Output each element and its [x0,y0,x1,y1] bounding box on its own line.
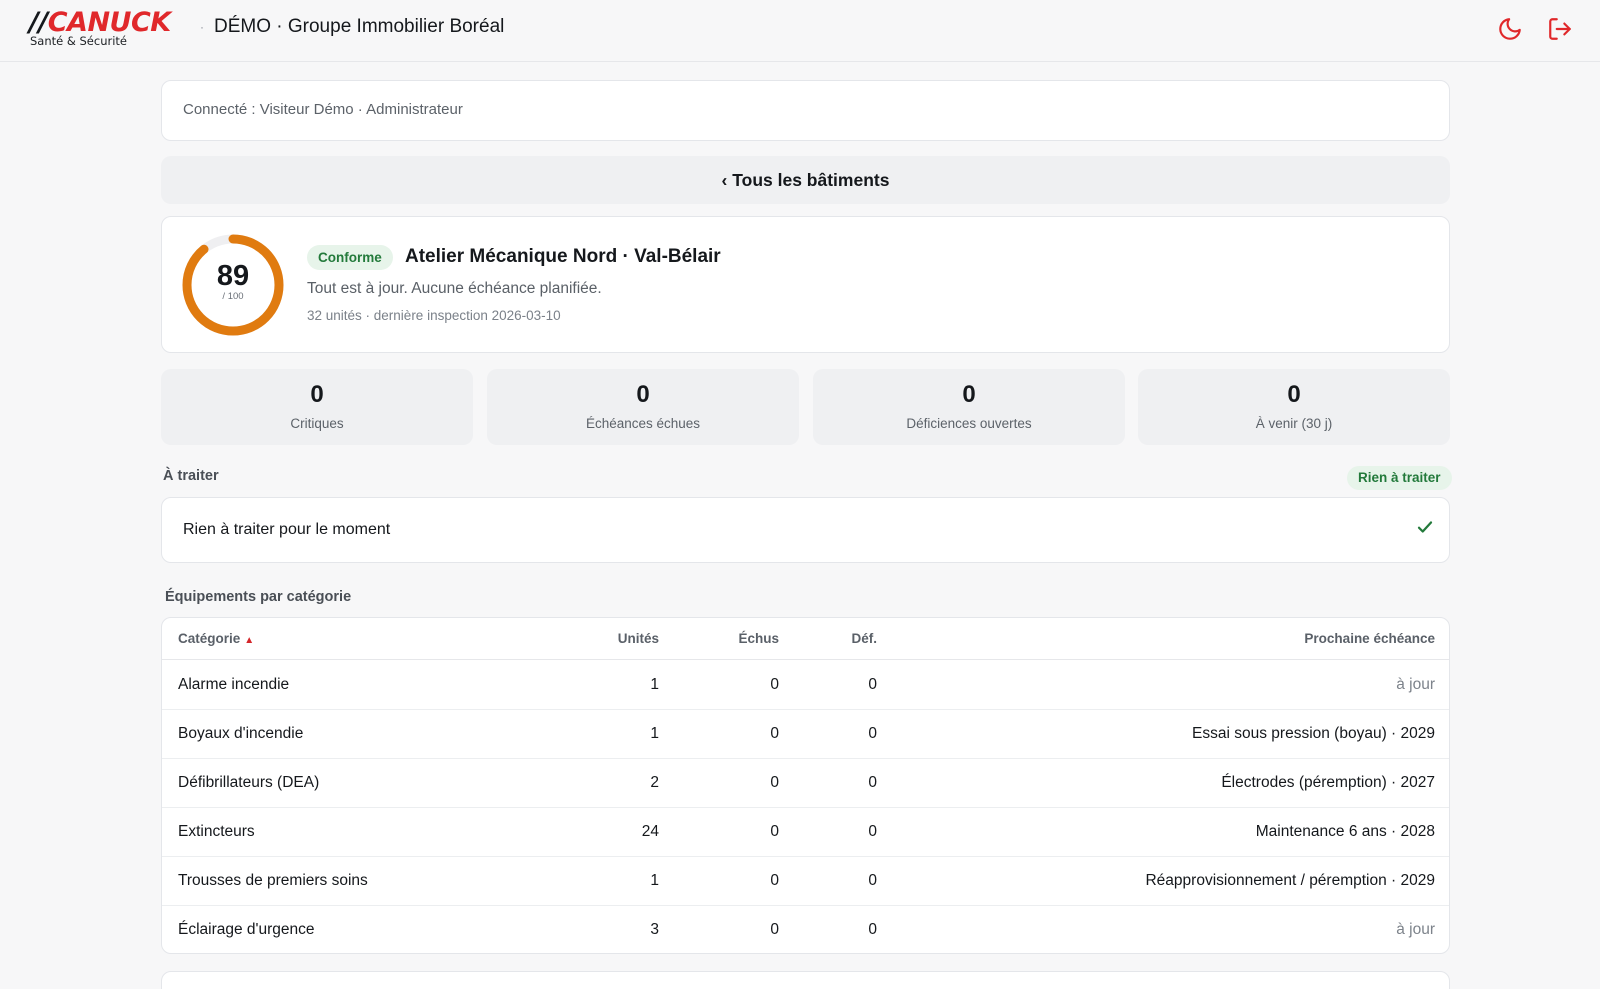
cell-next-due: à jour [1396,921,1435,938]
cell-next-due: Réapprovisionnement / péremption · 2029 [1145,872,1435,889]
session-card: Connecté : Visiteur Démo · Administrateu… [161,80,1450,141]
cell-category: Éclairage d'urgence [178,921,315,938]
stat-label: À venir (30 j) [1255,416,1333,431]
cell-deficiencies: 0 [868,823,877,840]
todo-status-badge: Rien à traiter [1347,466,1452,490]
app-header: //CANUCK Santé & Sécurité · DÉMO · Group… [0,0,1600,62]
stat-label: Déficiences ouvertes [906,416,1032,431]
canuck-logo[interactable]: //CANUCK Santé & Sécurité [29,8,189,52]
header-separator: · [200,20,204,34]
cell-overdue: 0 [770,823,779,840]
sort-ascending-icon: ▲ [244,635,255,646]
cell-units: 2 [650,774,659,791]
cell-category: Trousses de premiers soins [178,872,368,889]
column-header-next-due[interactable]: Prochaine échéance [1304,631,1435,646]
dark-mode-toggle[interactable] [1494,13,1526,45]
moon-icon [1499,18,1521,40]
stat-value: 0 [962,381,976,408]
column-header-category[interactable]: Catégorie ▲ [178,631,254,646]
cell-deficiencies: 0 [868,725,877,742]
table-row[interactable]: Boyaux d'incendie 1 0 0 Essai sous press… [162,710,1449,759]
cell-category: Alarme incendie [178,676,290,693]
table-row[interactable]: Défibrillateurs (DEA) 2 0 0 Électrodes (… [162,759,1449,808]
compliance-score-max: / 100 [222,291,244,302]
cell-next-due: à jour [1396,676,1435,693]
compliance-score: 89 [216,260,250,292]
table-row[interactable]: Alarme incendie 1 0 0 à jour [162,661,1449,710]
cell-deficiencies: 0 [868,872,877,889]
equipment-section-title: Équipements par catégorie [165,589,352,605]
connected-user-text: Connecté : Visiteur Démo · Administrateu… [183,101,463,118]
stat-value: 0 [1287,381,1301,408]
table-row[interactable]: Trousses de premiers soins 1 0 0 Réappro… [162,857,1449,906]
next-section-card [161,971,1450,989]
stat-overdue[interactable]: 0 Échéances échues [487,369,799,445]
todo-card: Rien à traiter pour le moment [161,497,1450,563]
table-row[interactable]: Extincteurs 24 0 0 Maintenance 6 ans · 2… [162,808,1449,857]
cell-next-due: Maintenance 6 ans · 2028 [1255,823,1435,840]
cell-category: Défibrillateurs (DEA) [178,774,320,791]
stat-label: Critiques [290,416,344,431]
stat-label: Échéances échues [585,416,701,431]
stat-critical[interactable]: 0 Critiques [161,369,473,445]
back-to-buildings-button[interactable]: ‹ Tous les bâtiments [161,156,1450,204]
column-header-deficiencies[interactable]: Déf. [851,631,877,646]
cell-overdue: 0 [770,676,779,693]
cell-units: 1 [650,872,659,889]
logo-subtitle: Santé & Sécurité [30,34,127,48]
stat-upcoming[interactable]: 0 À venir (30 j) [1138,369,1450,445]
column-header-units[interactable]: Unités [618,631,659,646]
cell-units: 3 [650,921,659,938]
cell-deficiencies: 0 [868,921,877,938]
logout-icon [1549,18,1571,40]
cell-next-due: Essai sous pression (boyau) · 2029 [1192,725,1435,742]
organization-title: DÉMO · Groupe Immobilier Boréal [214,16,505,37]
cell-overdue: 0 [770,921,779,938]
cell-overdue: 0 [770,872,779,889]
building-meta: 32 unités · dernière inspection 2026-03-… [307,308,561,323]
cell-deficiencies: 0 [868,774,877,791]
cell-units: 24 [641,823,659,840]
cell-deficiencies: 0 [868,676,877,693]
cell-category: Boyaux d'incendie [178,725,304,742]
compliance-status-badge: Conforme [307,245,393,270]
cell-overdue: 0 [770,774,779,791]
stat-value: 0 [310,381,324,408]
todo-section-title: À traiter [163,468,219,484]
table-header: Catégorie ▲ Unités Échus Déf. Prochaine é… [162,618,1449,660]
check-icon [1417,521,1433,533]
building-summary-card: 89 / 100 Conforme Atelier Mécanique Nord… [161,216,1450,353]
column-header-overdue[interactable]: Échus [738,631,779,646]
cell-units: 1 [650,676,659,693]
building-status-text: Tout est à jour. Aucune échéance planifi… [307,280,602,297]
cell-units: 1 [650,725,659,742]
logout-button[interactable] [1544,13,1576,45]
cell-overdue: 0 [770,725,779,742]
table-row[interactable]: Éclairage d'urgence 3 0 0 à jour [162,906,1449,953]
equipment-table: Catégorie ▲ Unités Échus Déf. Prochaine é… [161,617,1450,954]
stat-open-deficiencies[interactable]: 0 Déficiences ouvertes [813,369,1125,445]
back-to-buildings-label: ‹ Tous les bâtiments [721,169,890,190]
cell-next-due: Électrodes (péremption) · 2027 [1221,774,1435,791]
cell-category: Extincteurs [178,823,255,840]
building-name: Atelier Mécanique Nord · Val-Bélair [405,246,721,267]
todo-empty-text: Rien à traiter pour le moment [183,521,391,538]
stat-value: 0 [636,381,650,408]
